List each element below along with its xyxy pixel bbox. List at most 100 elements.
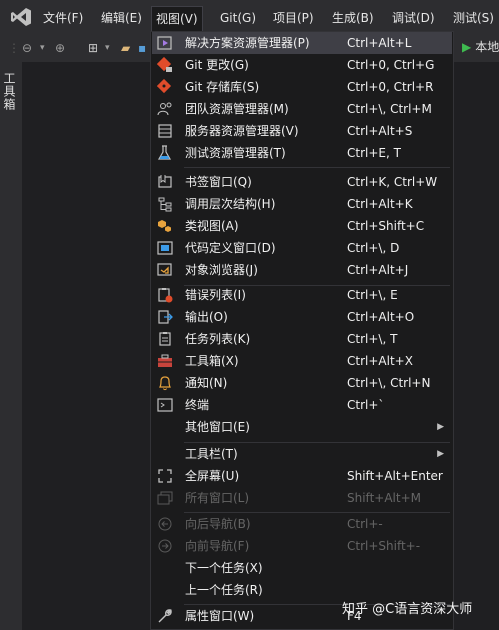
code-definition-icon [157,241,173,255]
menu-item-shortcut: Ctrl+Alt+J [347,263,409,277]
menu-item-label: 对象浏览器(J) [185,263,258,277]
menu-item-shortcut: Ctrl+\, E [347,288,398,302]
submenu-arrow-icon: ▶ [437,449,444,459]
menu-item-shortcut: Ctrl+\, D [347,241,400,255]
menu-item-label: 书签窗口(Q) [185,175,252,189]
menu-item-shortcut: Shift+Alt+M [347,491,421,505]
menu-item-label: 代码定义窗口(D) [185,241,276,255]
menu-item-label: 解决方案资源管理器(P) [185,36,310,50]
menu-item-label: 通知(N) [185,376,228,390]
menu-item-toolbox[interactable]: 工具箱(X) Ctrl+Alt+X [152,350,452,372]
navigate-forward-icon [158,539,172,553]
git-changes-icon [157,57,172,72]
menu-separator [184,167,450,168]
menu-item-label: 下一个任务(X) [185,561,263,575]
menu-item-label: 服务器资源管理器(V) [185,124,299,138]
menu-item-output[interactable]: 输出(O) Ctrl+Alt+O [152,306,452,328]
notification-bell-icon [159,376,171,391]
menu-item-solution-explorer[interactable]: 解决方案资源管理器(P) Ctrl+Alt+L [152,32,452,54]
menu-file[interactable]: 文件(F) [43,9,83,27]
menu-item-all-windows[interactable]: 所有窗口(L) Shift+Alt+M [152,487,452,509]
menu-item-label: 其他窗口(E) [185,420,250,434]
error-list-icon [158,288,173,303]
menu-item-notifications[interactable]: 通知(N) Ctrl+\, Ctrl+N [152,372,452,394]
menu-item-shortcut: Ctrl+0, Ctrl+G [347,58,435,72]
menu-item-label: 工具箱(X) [185,354,239,368]
menu-item-label: 上一个任务(R) [185,583,263,597]
open-folder-icon[interactable]: ▰ [121,39,130,57]
menu-item-error-list[interactable]: 错误列表(I) Ctrl+\, E [152,284,452,306]
menu-item-label: 任务列表(K) [185,332,251,346]
menu-debug[interactable]: 调试(D) [392,9,435,27]
save-icon[interactable]: ▪ [138,39,146,57]
menu-item-server-explorer[interactable]: 服务器资源管理器(V) Ctrl+Alt+S [152,120,452,142]
menu-item-shortcut: Ctrl+\, Ctrl+M [347,102,432,116]
menu-item-label: 输出(O) [185,310,228,324]
menu-item-terminal[interactable]: 终端 Ctrl+` [152,394,452,416]
menu-item-next-task[interactable]: 下一个任务(X) [152,557,452,579]
class-view-icon [158,220,171,232]
menu-git[interactable]: Git(G) [220,9,256,27]
menu-edit[interactable]: 编辑(E) [101,9,142,27]
menu-item-label: 终端 [185,398,210,412]
menu-item-label: 属性窗口(W) [185,609,255,623]
zhihu-watermark: 知乎 @C语言资深大师 [342,602,473,617]
menu-item-git-repository[interactable]: Git 存储库(S) Ctrl+0, Ctrl+R [152,76,452,98]
menu-item-toolbars[interactable]: 工具栏(T) ▶ [152,443,452,465]
task-list-icon [159,332,171,346]
menu-item-shortcut: Ctrl+- [347,517,383,531]
forward-nav-icon[interactable]: ⊕ [55,39,65,57]
back-nav-icon[interactable]: ⊖ [22,39,32,57]
menu-item-object-browser[interactable]: 对象浏览器(J) Ctrl+Alt+J [152,259,452,281]
git-repository-icon [157,79,172,94]
menu-item-label: 调用层次结构(H) [185,197,276,211]
left-tool-strip [0,62,22,630]
menu-item-test-explorer[interactable]: 测试资源管理器(T) Ctrl+E, T [152,142,452,164]
play-icon: ▶ [462,40,472,54]
menu-item-label: 类视图(A) [185,219,239,233]
menu-item-shortcut: Ctrl+Alt+L [347,36,412,50]
start-debug-button[interactable]: ▶ 本地 [462,38,499,56]
menu-item-class-view[interactable]: 类视图(A) Ctrl+Shift+C [152,215,452,237]
team-explorer-icon [157,102,172,116]
menu-item-team-explorer[interactable]: 团队资源管理器(M) Ctrl+\, Ctrl+M [152,98,452,120]
menu-item-label: Git 存储库(S) [185,80,260,94]
view-dropdown-menu: 解决方案资源管理器(P) Ctrl+Alt+L Git 更改(G) Ctrl+0… [150,31,454,630]
chevron-down-icon[interactable]: ▾ [105,39,110,57]
submenu-arrow-icon: ▶ [437,422,444,432]
menu-item-navigate-back[interactable]: 向后导航(B) Ctrl+- [152,513,452,535]
test-explorer-icon [157,145,172,160]
menu-item-code-definition[interactable]: 代码定义窗口(D) Ctrl+\, D [152,237,452,259]
menu-item-shortcut: Ctrl+Shift+C [347,219,425,233]
menu-item-shortcut: Shift+Alt+Enter [347,469,443,483]
menu-item-label: 团队资源管理器(M) [185,102,289,116]
menu-item-shortcut: Ctrl+` [347,398,385,412]
menu-item-shortcut: Ctrl+Alt+X [347,354,413,368]
all-windows-icon [157,491,173,505]
menu-item-git-changes[interactable]: Git 更改(G) Ctrl+0, Ctrl+G [152,54,452,76]
terminal-icon [157,398,173,412]
menu-item-other-windows[interactable]: 其他窗口(E) ▶ [152,416,452,438]
menu-item-shortcut: Ctrl+Alt+S [347,124,413,138]
menu-build[interactable]: 生成(B) [332,9,374,27]
new-project-icon[interactable]: ⊞ [88,39,98,57]
visual-studio-logo-icon[interactable] [10,7,32,27]
menu-item-shortcut: Ctrl+E, T [347,146,401,160]
menu-item-bookmark-window[interactable]: 书签窗口(Q) Ctrl+K, Ctrl+W [152,171,452,193]
toolbox-tab[interactable]: 工具箱 [2,72,18,111]
menu-project[interactable]: 项目(P) [273,9,314,27]
menu-item-task-list[interactable]: 任务列表(K) Ctrl+\, T [152,328,452,350]
menu-item-shortcut: Ctrl+K, Ctrl+W [347,175,438,189]
navigate-back-icon [158,517,172,531]
menu-view[interactable]: 视图(V) [151,6,203,34]
menu-item-call-hierarchy[interactable]: 调用层次结构(H) Ctrl+Alt+K [152,193,452,215]
menu-item-navigate-forward[interactable]: 向前导航(F) Ctrl+Shift+- [152,535,452,557]
menu-item-shortcut: Ctrl+Shift+- [347,539,421,553]
menu-item-full-screen[interactable]: 全屏幕(U) Shift+Alt+Enter [152,465,452,487]
toolbar-grip-icon: ⋮ [8,41,20,55]
server-explorer-icon [158,124,172,138]
bookmark-icon [158,175,172,188]
menu-item-label: Git 更改(G) [185,58,249,72]
menu-test[interactable]: 测试(S) [453,9,494,27]
chevron-down-icon[interactable]: ▾ [40,39,45,57]
